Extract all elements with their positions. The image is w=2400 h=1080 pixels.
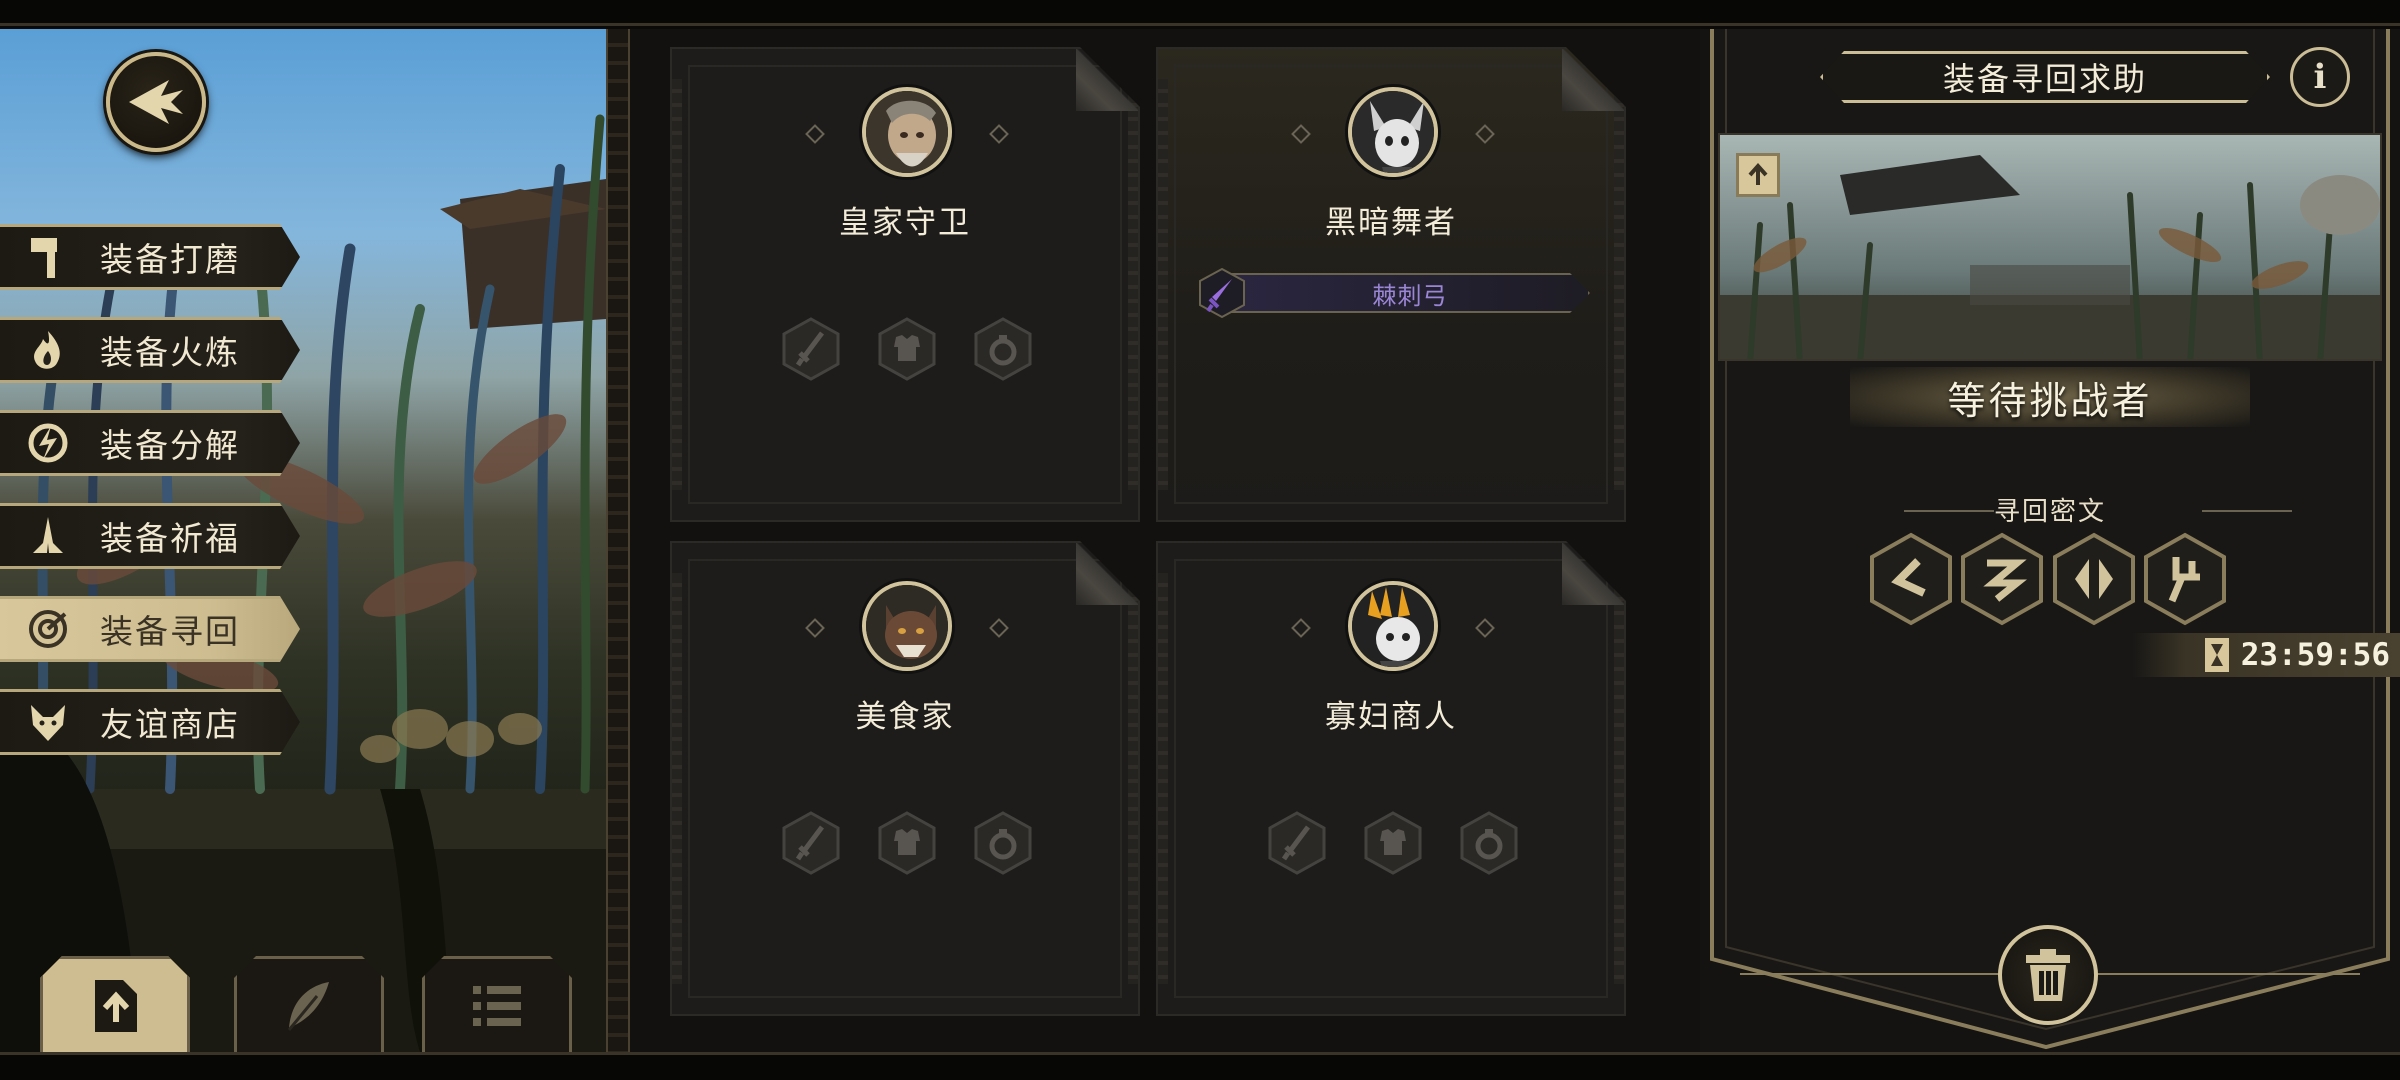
back-arrow-icon xyxy=(129,80,183,124)
hero-name: 黑暗舞者 xyxy=(1325,205,1457,241)
left-menu: 装备打磨 装备火炼 装备分解 装备祈福 装备寻回 友谊商店 xyxy=(0,224,310,782)
armor-icon xyxy=(1364,811,1422,875)
sword-icon xyxy=(782,811,840,875)
widow-merchant-avatar xyxy=(1348,581,1438,671)
list-icon xyxy=(473,986,521,1026)
menu-label: 装备分解 xyxy=(100,426,240,465)
dark-dancer-avatar xyxy=(1348,87,1438,177)
ring-icon xyxy=(1460,811,1518,875)
hero-card-dark-dancer[interactable]: 黑暗舞者 棘刺弓 xyxy=(1156,47,1626,522)
hero-name: 皇家守卫 xyxy=(839,205,971,241)
equipment-slots xyxy=(1268,811,1518,875)
weapon-slot[interactable] xyxy=(1268,811,1326,875)
armor-icon xyxy=(878,317,936,381)
tab-list[interactable] xyxy=(422,956,572,1056)
hero-name: 美食家 xyxy=(855,699,955,735)
bottom-tabs xyxy=(40,956,600,1056)
hero-card-gourmet[interactable]: 美食家 xyxy=(670,541,1140,1016)
corner-fold xyxy=(1076,543,1138,605)
countdown-timer: 23:59:56 xyxy=(2132,633,2400,677)
bottom-bar xyxy=(0,1052,2400,1080)
fox-icon xyxy=(16,692,80,752)
menu-item-polish[interactable]: 装备打磨 xyxy=(0,224,300,290)
menu-item-bless[interactable]: 装备祈福 xyxy=(0,503,300,569)
cipher-label: 寻回密文 xyxy=(1993,497,2106,527)
menu-item-friend-shop[interactable]: 友谊商店 xyxy=(0,689,300,755)
menu-label: 装备打磨 xyxy=(100,240,240,279)
rune-2-icon[interactable] xyxy=(1959,531,2045,627)
weapon-name: 棘刺弓 xyxy=(1372,281,1448,310)
tab-feather[interactable] xyxy=(234,956,384,1056)
upload-document-icon xyxy=(95,980,137,1032)
weapon-slot[interactable] xyxy=(782,317,840,381)
equipped-weapon-tag[interactable]: 棘刺弓 xyxy=(1196,267,1596,319)
panel-title-banner: 装备寻回求助 xyxy=(1820,51,2270,103)
menu-item-disassemble[interactable]: 装备分解 xyxy=(0,410,300,476)
panel-title: 装备寻回求助 xyxy=(1942,60,2147,98)
vertical-divider xyxy=(606,29,630,1052)
gourmet-avatar xyxy=(862,581,952,671)
corner-fold xyxy=(1562,49,1624,111)
info-icon: i xyxy=(2313,57,2327,97)
corner-fold xyxy=(1076,49,1138,111)
hero-name: 寡妇商人 xyxy=(1325,699,1457,735)
ring-icon xyxy=(974,317,1032,381)
trash-icon xyxy=(2026,949,2070,1001)
divider-line xyxy=(2202,510,2292,512)
status-text: 等待挑战者 xyxy=(1947,378,2153,423)
menu-item-retrieve[interactable]: 装备寻回 xyxy=(0,596,300,662)
menu-label: 友谊商店 xyxy=(100,705,240,744)
armor-icon xyxy=(878,811,936,875)
royal-guard-avatar xyxy=(862,87,952,177)
menu-label: 装备祈福 xyxy=(100,519,240,558)
rune-1-icon[interactable] xyxy=(1868,531,1954,627)
hero-card-royal-guard[interactable]: 皇家守卫 xyxy=(670,47,1140,522)
hourglass-icon xyxy=(2204,638,2229,672)
menu-item-forge[interactable]: 装备火炼 xyxy=(0,317,300,383)
sword-icon xyxy=(782,317,840,381)
hammer-icon xyxy=(16,227,80,287)
target-icon xyxy=(16,599,80,659)
info-button[interactable]: i xyxy=(2290,47,2350,107)
equipment-slots xyxy=(782,317,1032,381)
ring-icon xyxy=(974,811,1032,875)
ring-slot[interactable] xyxy=(974,317,1032,381)
back-button[interactable] xyxy=(106,52,206,152)
status-banner: 等待挑战者 xyxy=(1810,359,2290,435)
ring-slot[interactable] xyxy=(1460,811,1518,875)
disassemble-icon xyxy=(16,413,80,473)
top-bar xyxy=(0,0,2400,26)
ring-slot[interactable] xyxy=(974,811,1032,875)
tab-upload[interactable] xyxy=(40,956,190,1056)
share-upload-button[interactable] xyxy=(1736,153,1780,197)
flame-icon xyxy=(16,320,80,380)
weapon-slot[interactable] xyxy=(782,811,840,875)
retrieve-help-panel: 装备寻回求助 i 等待挑战者 寻回密文 23:59:56 xyxy=(1700,29,2400,1052)
armor-slot[interactable] xyxy=(1364,811,1422,875)
upload-arrow-icon xyxy=(1748,162,1768,185)
menu-label: 装备寻回 xyxy=(100,612,240,651)
equipment-slots xyxy=(782,811,1032,875)
rune-3-icon[interactable] xyxy=(2051,531,2137,627)
menu-label: 装备火炼 xyxy=(100,333,240,372)
purple-dagger-icon xyxy=(1199,267,1245,319)
corner-fold xyxy=(1562,543,1624,605)
armor-slot[interactable] xyxy=(878,317,936,381)
hero-card-widow-merchant[interactable]: 寡妇商人 xyxy=(1156,541,1626,1016)
praying-hands-icon xyxy=(16,506,80,566)
armor-slot[interactable] xyxy=(878,811,936,875)
hero-cards-area: 皇家守卫 黑暗舞者 棘刺弓 美食家 寡妇商人 xyxy=(630,29,1700,1052)
stage-preview-image xyxy=(1718,133,2382,361)
timer-text: 23:59:56 xyxy=(2240,637,2390,673)
cipher-runes xyxy=(1868,531,2228,627)
feather-icon xyxy=(287,982,329,1031)
rune-4-icon[interactable] xyxy=(2142,531,2228,627)
delete-button[interactable] xyxy=(1998,925,2098,1025)
sword-icon xyxy=(1268,811,1326,875)
